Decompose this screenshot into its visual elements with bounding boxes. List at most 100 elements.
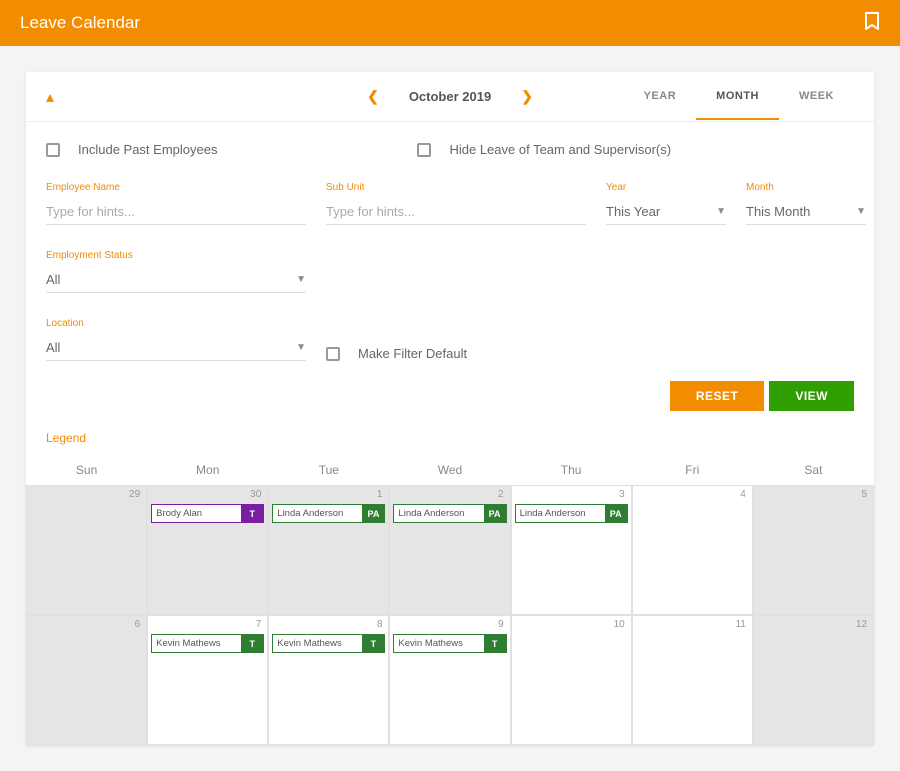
tab-week[interactable]: WEEK	[779, 74, 854, 120]
calendar-cell[interactable]: 2 Linda AndersonPA	[389, 485, 510, 615]
year-select[interactable]: This Year ▼	[606, 199, 726, 225]
calendar-cell[interactable]: 1 Linda AndersonPA	[268, 485, 389, 615]
calendar-cell[interactable]: 7 Kevin MathewsT	[147, 615, 268, 745]
calendar-body: 2930Brody AlanT1Linda AndersonPA2Linda A…	[26, 485, 874, 745]
cell-date: 4	[740, 489, 746, 500]
app-header: Leave Calendar	[0, 0, 900, 46]
hide-leave-checkbox: Hide Leave of Team and Supervisor(s)	[417, 142, 671, 157]
calendar-cell[interactable]: 5	[753, 485, 874, 615]
event-name: Brody Alan	[152, 505, 241, 522]
employment-status-field: Employment Status All ▼	[46, 250, 306, 293]
day-header: Mon	[147, 455, 268, 485]
calendar-cell[interactable]: 6	[26, 615, 147, 745]
event-badge: PA	[605, 505, 627, 522]
year-field: Year This Year ▼	[606, 182, 726, 225]
cell-date: 1	[377, 489, 383, 500]
sub-unit-field: Sub Unit	[326, 182, 586, 225]
day-header: Tue	[268, 455, 389, 485]
checkbox-make-default[interactable]	[326, 347, 340, 361]
reset-button[interactable]: RESET	[670, 381, 765, 411]
cell-date: 29	[129, 489, 140, 500]
location-select[interactable]: All ▼	[46, 335, 306, 361]
chevron-down-icon: ▼	[856, 206, 866, 217]
event-badge: PA	[362, 505, 384, 522]
calendar-cell[interactable]: 12	[753, 615, 874, 745]
calendar-cell[interactable]: 11	[632, 615, 753, 745]
cell-date: 9	[498, 619, 504, 630]
leave-event[interactable]: Kevin MathewsT	[393, 634, 506, 653]
event-badge: T	[484, 635, 506, 652]
calendar-cell[interactable]: 9 Kevin MathewsT	[389, 615, 510, 745]
month-select[interactable]: This Month ▼	[746, 199, 866, 225]
checkbox-hide-leave[interactable]	[417, 143, 431, 157]
event-name: Linda Anderson	[516, 505, 605, 522]
event-badge: PA	[484, 505, 506, 522]
collapse-icon[interactable]: ▴	[46, 87, 54, 107]
current-month-label: October 2019	[409, 89, 491, 104]
filter-row-3: Location All ▼ Make Filter Default	[46, 318, 854, 361]
prev-month-icon[interactable]: ❮	[367, 88, 379, 105]
field-label: Employment Status	[46, 250, 306, 261]
view-tabs: YEAR MONTH WEEK	[624, 74, 854, 120]
view-button[interactable]: VIEW	[769, 381, 854, 411]
cell-date: 10	[614, 619, 625, 630]
checkbox-label: Make Filter Default	[358, 346, 467, 361]
leave-event[interactable]: Kevin MathewsT	[151, 634, 264, 653]
calendar-nav: ▴ ❮ October 2019 ❯ YEAR MONTH WEEK	[26, 72, 874, 122]
action-buttons: RESET VIEW	[26, 381, 874, 431]
leave-event[interactable]: Linda AndersonPA	[272, 504, 385, 523]
checkbox-row: Include Past Employees Hide Leave of Tea…	[46, 142, 854, 157]
cell-date: 30	[250, 489, 261, 500]
page-title: Leave Calendar	[20, 13, 140, 33]
cell-date: 3	[619, 489, 625, 500]
filter-row-2: Employment Status All ▼	[46, 250, 854, 293]
calendar-cell[interactable]: 10	[511, 615, 632, 745]
cell-date: 6	[135, 619, 141, 630]
calendar-cell[interactable]: 4	[632, 485, 753, 615]
leave-event[interactable]: Brody AlanT	[151, 504, 264, 523]
cell-date: 12	[856, 619, 867, 630]
leave-event[interactable]: Linda AndersonPA	[515, 504, 628, 523]
event-name: Kevin Mathews	[152, 635, 241, 652]
calendar-cell[interactable]: 30 Brody AlanT	[147, 485, 268, 615]
chevron-down-icon: ▼	[296, 342, 306, 353]
content: ▴ ❮ October 2019 ❯ YEAR MONTH WEEK Inclu…	[0, 46, 900, 771]
field-label: Month	[746, 182, 866, 193]
tab-month[interactable]: MONTH	[696, 74, 779, 120]
filter-row-1: Employee Name Sub Unit Year This Year ▼ …	[46, 182, 854, 225]
cell-date: 8	[377, 619, 383, 630]
make-default-checkbox: Make Filter Default	[326, 346, 586, 361]
calendar-header: SunMonTueWedThuFriSat	[26, 455, 874, 485]
day-header: Sun	[26, 455, 147, 485]
calendar-cell[interactable]: 3 Linda AndersonPA	[511, 485, 632, 615]
calendar-cell[interactable]: 8 Kevin MathewsT	[268, 615, 389, 745]
select-value: All	[46, 340, 60, 355]
filters-panel: Include Past Employees Hide Leave of Tea…	[26, 122, 874, 381]
checkbox-include-past[interactable]	[46, 143, 60, 157]
select-value: This Year	[606, 204, 660, 219]
field-label: Year	[606, 182, 726, 193]
bookmark-icon[interactable]	[864, 12, 880, 35]
day-header: Thu	[511, 455, 632, 485]
sub-unit-input[interactable]	[326, 199, 586, 225]
cell-date: 7	[256, 619, 262, 630]
checkbox-label: Include Past Employees	[78, 142, 217, 157]
field-label: Sub Unit	[326, 182, 586, 193]
event-name: Linda Anderson	[273, 505, 362, 522]
cell-date: 2	[498, 489, 504, 500]
calendar-cell[interactable]: 29	[26, 485, 147, 615]
employment-status-select[interactable]: All ▼	[46, 267, 306, 293]
next-month-icon[interactable]: ❯	[521, 88, 533, 105]
day-header: Sat	[753, 455, 874, 485]
employee-name-input[interactable]	[46, 199, 306, 225]
cell-date: 11	[735, 619, 745, 630]
leave-event[interactable]: Kevin MathewsT	[272, 634, 385, 653]
day-header: Wed	[389, 455, 510, 485]
checkbox-label: Hide Leave of Team and Supervisor(s)	[449, 142, 671, 157]
leave-event[interactable]: Linda AndersonPA	[393, 504, 506, 523]
location-field: Location All ▼	[46, 318, 306, 361]
month-navigator: ❮ October 2019 ❯	[367, 88, 533, 105]
main-card: ▴ ❮ October 2019 ❯ YEAR MONTH WEEK Inclu…	[26, 72, 874, 745]
select-value: This Month	[746, 204, 810, 219]
tab-year[interactable]: YEAR	[624, 74, 697, 120]
